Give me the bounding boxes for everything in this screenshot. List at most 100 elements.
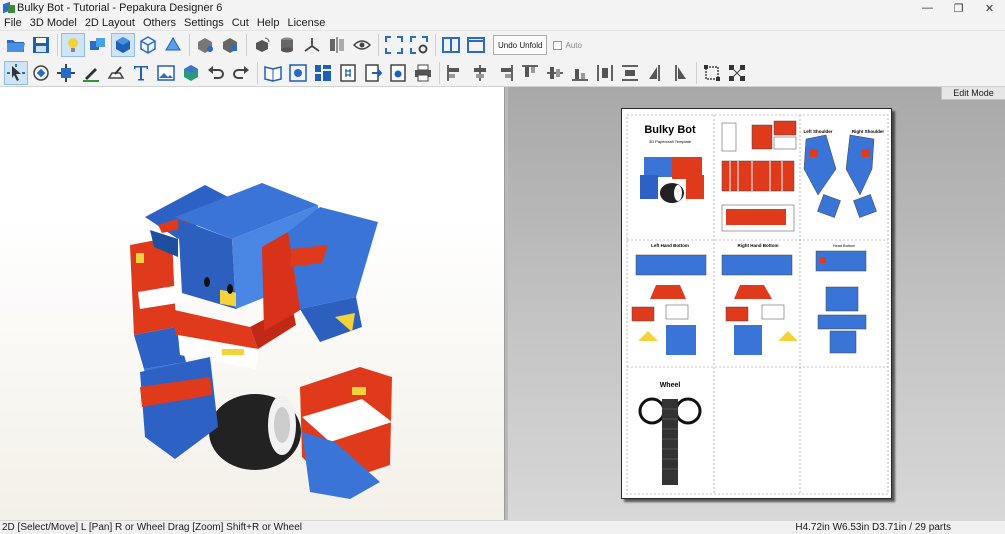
face-cube-icon	[223, 38, 237, 53]
left-foot-model	[140, 357, 218, 459]
align-left-icon	[447, 64, 459, 81]
pen-line-icon	[83, 67, 99, 82]
undo-button[interactable]	[204, 61, 228, 85]
wireframe-button[interactable]	[136, 33, 160, 57]
distribute-vertical-icon	[622, 64, 638, 81]
minimize-button[interactable]: —	[912, 0, 943, 16]
wheel-parts	[638, 397, 702, 485]
select-move-button[interactable]	[4, 60, 28, 85]
rotate-diamond-icon	[33, 64, 49, 81]
menu-2d-layout[interactable]: 2D Layout	[85, 17, 135, 29]
paper-layout-canvas: Bulky Bot 3D Papercraft Template Left Sh…	[626, 114, 889, 495]
export-page-icon	[365, 63, 383, 82]
part-label-right-hand-bottom: Right Hand Bottom	[738, 243, 779, 248]
printer-icon	[415, 64, 431, 81]
right-shoulder-model	[288, 207, 378, 342]
draw-line-button[interactable]	[79, 61, 103, 85]
menu-help[interactable]: Help	[257, 17, 280, 29]
title-bar: Bulky Bot - Tutorial - Pepakura Designer…	[0, 0, 1005, 16]
window-title: Bulky Bot - Tutorial - Pepakura Designer…	[17, 2, 223, 14]
menu-3d-model[interactable]: 3D Model	[30, 17, 77, 29]
view-eye-button[interactable]	[350, 33, 374, 57]
export-button[interactable]	[361, 61, 385, 85]
join-parts-button[interactable]	[725, 61, 749, 85]
auto-checkbox[interactable]: Auto	[553, 40, 582, 50]
edit-face-button[interactable]	[218, 33, 242, 57]
undo-arrow-icon	[208, 65, 224, 79]
unfold-button[interactable]	[179, 61, 203, 85]
align-bottom-button[interactable]	[568, 61, 592, 85]
flip-left-button[interactable]	[643, 61, 667, 85]
rotate-part-button[interactable]	[29, 61, 53, 85]
align-middle-button[interactable]	[543, 61, 567, 85]
redo-button[interactable]	[229, 61, 253, 85]
edge-id-button[interactable]	[336, 61, 360, 85]
3d-model-view[interactable]	[0, 87, 505, 520]
scale-part-button[interactable]	[54, 61, 78, 85]
cylinder-button[interactable]	[275, 33, 299, 57]
flip-right-button[interactable]	[668, 61, 692, 85]
align-left-button[interactable]	[443, 61, 467, 85]
auto-checkbox-box[interactable]	[553, 40, 563, 50]
align-center-h-button[interactable]	[468, 61, 492, 85]
mirror-button[interactable]	[325, 33, 349, 57]
hand-parts	[631, 254, 798, 355]
align-bottom-icon	[572, 68, 588, 81]
zoom-part-button[interactable]	[286, 61, 310, 85]
pepakura-app-icon	[3, 1, 15, 14]
open-folder-button[interactable]	[4, 33, 28, 57]
head-parts	[815, 250, 867, 354]
hash-page-icon	[340, 63, 356, 82]
layout-subtitle: 3D Papercraft Template	[649, 139, 692, 144]
flip-right-icon	[675, 64, 686, 81]
undo-unfold-button[interactable]: Undo Unfold	[493, 35, 548, 55]
close-button[interactable]: ✕	[974, 0, 1005, 16]
maximize-button[interactable]: ❐	[943, 0, 974, 16]
split-view-button[interactable]	[439, 33, 463, 57]
toolbar-3d: Undo Unfold Auto	[0, 30, 1005, 59]
text-tool-button[interactable]	[129, 61, 153, 85]
solid-view-button[interactable]	[111, 33, 135, 57]
distribute-v-button[interactable]	[618, 61, 642, 85]
align-top-button[interactable]	[518, 61, 542, 85]
menu-license[interactable]: License	[287, 17, 325, 29]
page-setup-button[interactable]	[386, 61, 410, 85]
paint-cube-icon	[198, 38, 213, 53]
page-gear-icon	[390, 63, 406, 82]
bulky-bot-3d-model[interactable]	[0, 87, 505, 520]
snap-grid-button[interactable]	[700, 61, 724, 85]
image-tool-button[interactable]	[154, 61, 178, 85]
axis-button[interactable]	[300, 33, 324, 57]
menu-file[interactable]: File	[4, 17, 22, 29]
align-right-button[interactable]	[493, 61, 517, 85]
view-settings-button[interactable]	[407, 33, 431, 57]
join-nodes-icon	[729, 64, 745, 81]
menu-cut[interactable]: Cut	[232, 17, 249, 29]
right-arm-model	[300, 367, 392, 499]
distribute-h-button[interactable]	[593, 61, 617, 85]
solid-cube-icon	[116, 37, 130, 53]
print-button[interactable]	[411, 61, 435, 85]
menu-others[interactable]: Others	[143, 17, 176, 29]
cubes-icon	[90, 38, 105, 50]
save-button[interactable]	[29, 33, 53, 57]
light-toggle-button[interactable]	[61, 33, 85, 57]
paint-button[interactable]	[193, 33, 217, 57]
picture-icon	[157, 64, 175, 81]
book-layout-button[interactable]	[261, 61, 285, 85]
rotate-model-button[interactable]	[250, 33, 274, 57]
edges-button[interactable]	[161, 33, 185, 57]
window-icon	[467, 37, 485, 53]
fit-view-button[interactable]	[382, 33, 406, 57]
texture-button[interactable]	[86, 33, 110, 57]
part-label-left-shoulder: Left Shoulder	[804, 129, 833, 134]
single-view-button[interactable]	[464, 33, 488, 57]
fit-gear-icon	[410, 36, 428, 54]
menu-settings[interactable]: Settings	[184, 17, 224, 29]
edit-mode-button[interactable]: Edit Mode	[941, 87, 1005, 100]
2d-layout-view[interactable]: Edit Mode Bulky Bot 3D Papercraft Templa…	[508, 87, 1005, 520]
layout-paper-sheet[interactable]: Bulky Bot 3D Papercraft Template Left Sh…	[621, 108, 892, 499]
arrange-parts-button[interactable]	[311, 61, 335, 85]
preview-bot-image	[640, 157, 704, 203]
edit-flap-button[interactable]	[104, 61, 128, 85]
